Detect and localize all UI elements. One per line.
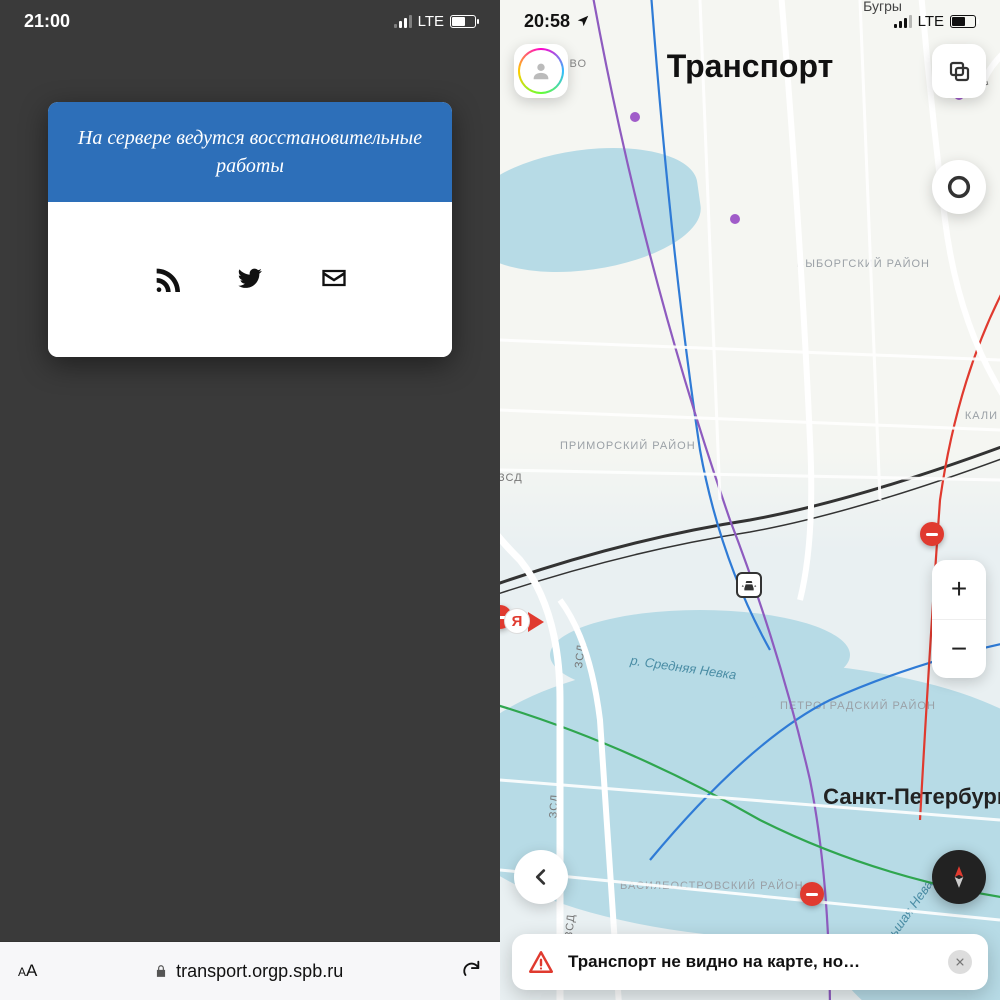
- status-bar-right: 20:58 LTE: [500, 0, 1000, 42]
- location-arrow-icon: [576, 14, 590, 28]
- map-label-kali: КАЛИ: [965, 410, 998, 422]
- avatar-ring-icon: [518, 48, 564, 94]
- map-label-vyborgsky: ВЫБОРГСКИЙ РАЙОН: [797, 258, 930, 270]
- text-size-button[interactable]: AA: [18, 961, 37, 981]
- toast-close-button[interactable]: [948, 950, 972, 974]
- accident-icon[interactable]: [736, 572, 762, 598]
- address-bar[interactable]: transport.orgp.spb.ru: [51, 961, 446, 982]
- metro-station-dot[interactable]: [630, 112, 640, 122]
- metro-station-dot[interactable]: [730, 214, 740, 224]
- twitter-icon[interactable]: [236, 264, 264, 297]
- status-indicators: LTE: [394, 13, 476, 30]
- city-label: Санкт-Петербург: [823, 784, 1000, 810]
- url-text: transport.orgp.spb.ru: [176, 961, 343, 982]
- status-bar-left: 21:00 LTE: [0, 0, 500, 42]
- locate-button[interactable]: [932, 160, 986, 214]
- signal-icon: [394, 15, 412, 28]
- left-screenshot: 21:00 LTE На сервере ведутся восстановит…: [0, 0, 500, 1000]
- social-icons-row: [48, 202, 452, 357]
- yandex-badge[interactable]: Я: [504, 608, 530, 634]
- layers-button[interactable]: [932, 44, 986, 98]
- mail-icon[interactable]: [320, 264, 348, 297]
- circle-outline-icon: [945, 173, 973, 201]
- compass-button[interactable]: [932, 850, 986, 904]
- map-label-petrograd: ПЕТРОГРАДСКИЙ РАЙОН: [780, 700, 936, 712]
- battery-icon: [450, 15, 476, 28]
- signal-icon: [894, 15, 912, 28]
- road-label-zsd-3: ЗСД: [547, 793, 561, 818]
- rss-icon[interactable]: [152, 264, 180, 297]
- warning-toast[interactable]: Транспорт не видно на карте, но…: [512, 934, 988, 990]
- road-label-zsd-1: ЗСД: [500, 472, 523, 484]
- clock: 21:00: [24, 11, 70, 32]
- zoom-out-button[interactable]: −: [932, 620, 986, 679]
- close-icon: [955, 957, 965, 967]
- network-label: LTE: [418, 13, 444, 30]
- copy-icon: [947, 59, 971, 83]
- status-indicators: LTE: [894, 13, 976, 30]
- map-label-primorsky: ПРИМОРСКИЙ РАЙОН: [560, 440, 696, 452]
- network-label: LTE: [918, 13, 944, 30]
- maintenance-title: На сервере ведутся восстановительные раб…: [48, 102, 452, 202]
- profile-button[interactable]: [514, 44, 568, 98]
- maintenance-card: На сервере ведутся восстановительные раб…: [48, 102, 452, 357]
- warning-triangle-icon: [528, 949, 554, 975]
- road-label-zsd-2: ЗСД: [573, 643, 588, 669]
- clock: 20:58: [524, 11, 570, 32]
- app-title: Транспорт: [500, 48, 1000, 85]
- battery-icon: [950, 15, 976, 28]
- reload-button[interactable]: [460, 958, 482, 985]
- chevron-left-icon: [530, 866, 552, 888]
- map-canvas[interactable]: ОВО ВЫБОРГСКИЙ РАЙОН ПРИМОРСКИЙ РАЙОН ПЕ…: [500, 0, 1000, 1000]
- map-label-vasileostrov: ВАСИЛЕОСТРОВСКИЙ РАЙОН: [620, 880, 804, 892]
- zoom-in-button[interactable]: +: [932, 560, 986, 620]
- back-button[interactable]: [514, 850, 568, 904]
- right-screenshot: ОВО ВЫБОРГСКИЙ РАЙОН ПРИМОРСКИЙ РАЙОН ПЕ…: [500, 0, 1000, 1000]
- yandex-pointer-icon: [528, 612, 544, 632]
- road-closure-icon[interactable]: [800, 882, 824, 906]
- toast-text: Транспорт не видно на карте, но…: [568, 952, 934, 972]
- compass-needle-icon: [946, 864, 972, 890]
- road-closure-icon[interactable]: [920, 522, 944, 546]
- person-icon: [530, 60, 552, 82]
- browser-bottom-bar: AA transport.orgp.spb.ru: [0, 942, 500, 1000]
- zoom-controls: + −: [932, 560, 986, 678]
- lock-icon: [154, 964, 168, 978]
